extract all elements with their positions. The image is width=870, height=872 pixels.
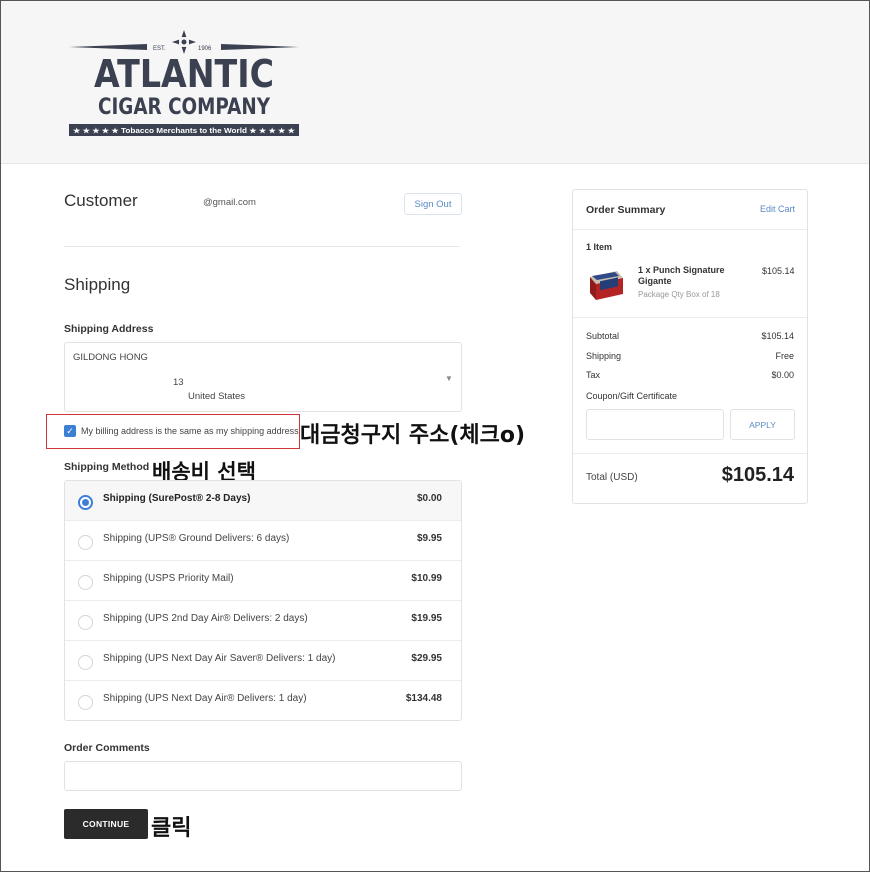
shipping-option-price: $29.95 bbox=[411, 653, 442, 664]
shipping-option[interactable]: Shipping (UPS® Ground Delivers: 6 days) … bbox=[65, 521, 461, 561]
shipping-method-list: Shipping (SurePost® 2-8 Days) $0.00 Ship… bbox=[64, 480, 462, 721]
atlantic-cigar-logo[interactable]: EST. 1906 ATLANTIC CIGAR COMPANY ★ ★ ★ ★… bbox=[69, 29, 299, 139]
logo-graphic: EST. 1906 ATLANTIC CIGAR COMPANY ★ ★ ★ ★… bbox=[69, 30, 299, 136]
shipping-option-price: $19.95 bbox=[411, 613, 442, 624]
product-price: $105.14 bbox=[762, 266, 795, 276]
shipping-option-name: Shipping (UPS® Ground Delivers: 6 days) bbox=[103, 533, 290, 544]
logo-line2: CIGAR COMPANY bbox=[98, 95, 271, 120]
shipping-method-label: Shipping Method bbox=[64, 461, 150, 473]
coupon-input[interactable] bbox=[586, 409, 724, 440]
site-header: EST. 1906 ATLANTIC CIGAR COMPANY ★ ★ ★ ★… bbox=[1, 1, 869, 164]
radio-button[interactable] bbox=[78, 695, 93, 710]
total-label: Total (USD) bbox=[586, 472, 638, 483]
address-line: 13 bbox=[173, 377, 184, 388]
radio-button[interactable] bbox=[78, 535, 93, 550]
compass-star-icon bbox=[172, 30, 196, 54]
shipping-option[interactable]: Shipping (UPS 2nd Day Air® Delivers: 2 d… bbox=[65, 601, 461, 641]
product-thumbnail bbox=[587, 268, 624, 302]
shipping-heading: Shipping bbox=[64, 275, 131, 294]
product-option: Package Qty Box of 18 bbox=[638, 290, 720, 299]
sign-out-button[interactable]: Sign Out bbox=[404, 193, 462, 215]
chevron-down-icon[interactable]: ▼ bbox=[445, 374, 453, 383]
order-summary-panel bbox=[572, 189, 808, 504]
shipping-cost-label: Shipping bbox=[586, 351, 622, 361]
shipping-option-name: Shipping (SurePost® 2-8 Days) bbox=[103, 493, 251, 504]
billing-same-checkbox[interactable]: ✓ bbox=[64, 425, 76, 437]
radio-button[interactable] bbox=[78, 655, 93, 670]
subtotal-label: Subtotal bbox=[586, 331, 620, 341]
customer-email: @gmail.com bbox=[203, 197, 256, 208]
continue-button[interactable]: CONTINUE bbox=[64, 809, 148, 839]
address-country: United States bbox=[188, 391, 246, 402]
edit-cart-link[interactable]: Edit Cart bbox=[760, 204, 795, 214]
radio-button[interactable] bbox=[78, 495, 93, 510]
shipping-option-price: $0.00 bbox=[416, 493, 442, 504]
customer-heading: Customer bbox=[64, 191, 138, 210]
checkmark-icon: ✓ bbox=[66, 426, 74, 436]
subtotal-value: $105.14 bbox=[761, 331, 794, 341]
shipping-option-name: Shipping (UPS Next Day Air Saver® Delive… bbox=[103, 653, 336, 664]
address-name: GILDONG HONG bbox=[73, 352, 148, 363]
order-comments-input[interactable] bbox=[64, 761, 462, 791]
shipping-option-price: $10.99 bbox=[411, 573, 442, 584]
shipping-option-name: Shipping (UPS Next Day Air® Delivers: 1 … bbox=[103, 693, 307, 704]
summary-divider bbox=[573, 229, 807, 230]
coupon-label[interactable]: Coupon/Gift Certificate bbox=[586, 391, 677, 401]
shipping-option[interactable]: Shipping (SurePost® 2-8 Days) $0.00 bbox=[65, 481, 461, 521]
annotation-click: 클릭 bbox=[151, 816, 192, 841]
total-value: $105.14 bbox=[721, 464, 794, 486]
shipping-option-name: Shipping (USPS Priority Mail) bbox=[103, 573, 234, 584]
logo-line1: ATLANTIC bbox=[94, 52, 274, 96]
shipping-option[interactable]: Shipping (USPS Priority Mail) $10.99 bbox=[65, 561, 461, 601]
shipping-option[interactable]: Shipping (UPS Next Day Air Saver® Delive… bbox=[65, 641, 461, 681]
product-name: 1 x Punch Signature Gigante bbox=[638, 265, 725, 286]
order-comments-label: Order Comments bbox=[64, 742, 150, 754]
billing-same-label[interactable]: My billing address is the same as my shi… bbox=[81, 426, 299, 436]
radio-button[interactable] bbox=[78, 615, 93, 630]
apply-coupon-button[interactable]: APPLY bbox=[730, 409, 795, 440]
shipping-option-name: Shipping (UPS 2nd Day Air® Delivers: 2 d… bbox=[103, 613, 308, 624]
logo-tagline: ★ ★ ★ ★ ★ Tobacco Merchants to the World… bbox=[73, 127, 296, 135]
tax-value: $0.00 bbox=[771, 370, 794, 380]
section-divider bbox=[64, 246, 460, 247]
order-summary-title: Order Summary bbox=[586, 204, 666, 216]
shipping-address-label: Shipping Address bbox=[64, 323, 154, 335]
summary-divider bbox=[573, 453, 807, 454]
item-count: 1 Item bbox=[586, 242, 613, 252]
shipping-cost-value: Free bbox=[775, 351, 794, 361]
tax-label: Tax bbox=[586, 370, 601, 380]
summary-divider bbox=[573, 317, 807, 318]
radio-button[interactable] bbox=[78, 575, 93, 590]
shipping-option[interactable]: Shipping (UPS Next Day Air® Delivers: 1 … bbox=[65, 681, 461, 720]
annotation-billing: 대금청구지 주소(체크o) bbox=[300, 423, 526, 448]
shipping-option-price: $134.48 bbox=[405, 693, 442, 704]
shipping-option-price: $9.95 bbox=[416, 533, 442, 544]
